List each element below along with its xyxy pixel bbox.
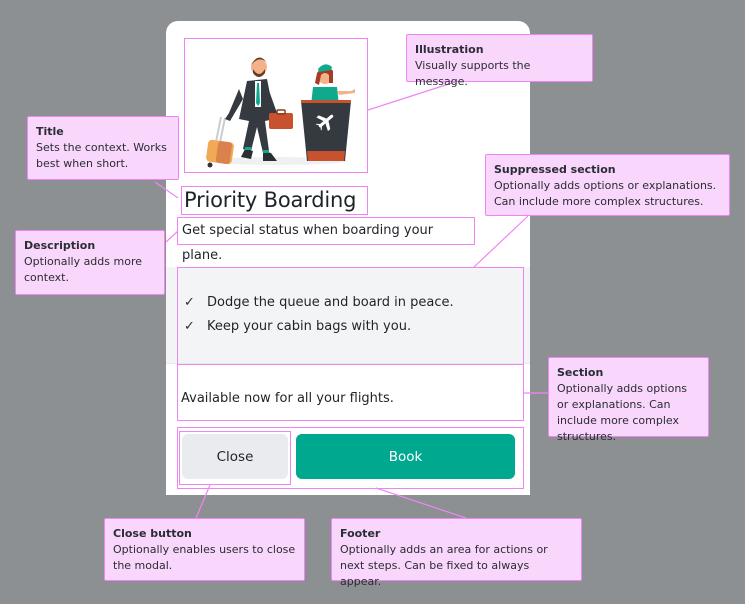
annotation-description: Description Optionally adds more context…: [15, 230, 165, 295]
list-item: ✓ Dodge the queue and board in peace.: [184, 295, 454, 310]
annotation-close-button: Close button Optionally enables users to…: [104, 518, 305, 581]
suppressed-section-highlight: [177, 267, 524, 365]
check-icon: ✓: [184, 295, 195, 310]
annotation-body: Optionally adds an area for actions or n…: [340, 543, 548, 588]
annotation-title: Section: [557, 366, 604, 379]
annotation-body: Optionally adds more context.: [24, 255, 142, 284]
annotation-body: Optionally adds options or explanations.…: [557, 382, 688, 443]
list-item: ✓ Keep your cabin bags with you.: [184, 319, 411, 334]
annotation-title: Suppressed section: [494, 163, 616, 176]
annotation-title-callout: Title Sets the context. Works best when …: [27, 116, 179, 180]
check-icon: ✓: [184, 319, 195, 334]
annotation-title: Illustration: [415, 43, 484, 56]
book-button[interactable]: Book: [296, 434, 515, 479]
annotation-title: Close button: [113, 527, 192, 540]
annotation-section: Section Optionally adds options or expla…: [548, 357, 709, 443]
annotation-title: Description: [24, 239, 96, 252]
annotation-illustration: Illustration Visually supports the messa…: [406, 34, 593, 88]
section-text: Available now for all your flights.: [181, 391, 394, 406]
annotation-body: Optionally adds options or explanations.…: [494, 179, 717, 208]
annotation-title: Footer: [340, 527, 381, 540]
annotation-body: Visually supports the message.: [415, 59, 531, 88]
modal-title: Priority Boarding: [181, 186, 368, 215]
annotation-suppressed-section: Suppressed section Optionally adds optio…: [485, 154, 730, 216]
annotation-body: Optionally enables users to close the mo…: [113, 543, 296, 572]
traveler-at-boarding-desk-illustration: [206, 57, 355, 168]
close-button[interactable]: Close: [182, 434, 288, 479]
modal-description: Get special status when boarding your pl…: [177, 217, 475, 263]
list-item-text: Keep your cabin bags with you.: [207, 319, 412, 334]
annotation-title: Title: [36, 125, 64, 138]
modal-dialog: Priority Boarding Get special status whe…: [166, 21, 530, 495]
annotation-body: Sets the context. Works best when short.: [36, 141, 167, 170]
annotation-footer: Footer Optionally adds an area for actio…: [331, 518, 582, 588]
illustration: [184, 38, 368, 173]
list-item-text: Dodge the queue and board in peace.: [207, 295, 454, 310]
